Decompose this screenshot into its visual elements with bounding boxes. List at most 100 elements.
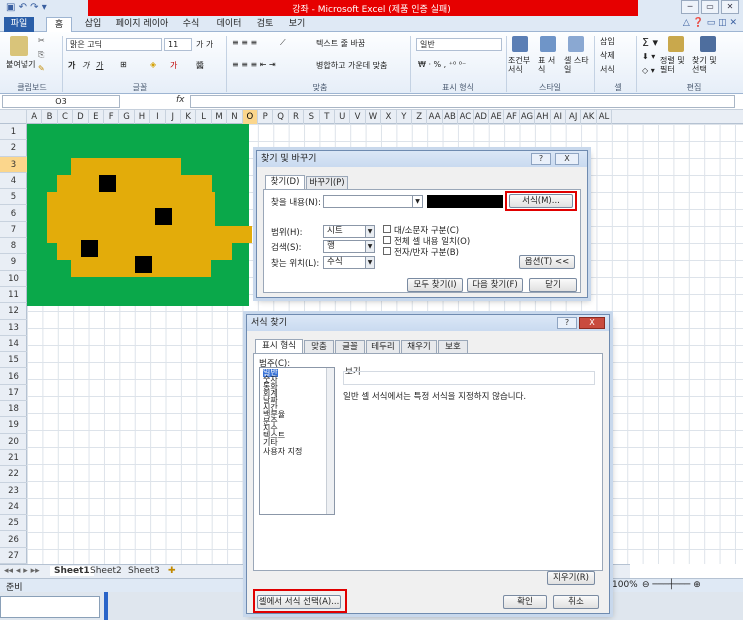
row-header[interactable]: 26 xyxy=(0,532,27,548)
tab-number[interactable]: 표시 형식 xyxy=(255,339,303,353)
format-dialog-close-button[interactable]: X xyxy=(579,317,605,329)
cell-style-icon[interactable] xyxy=(568,36,584,52)
row-header[interactable]: 12 xyxy=(0,303,27,320)
row-header[interactable]: 10 xyxy=(0,271,27,287)
category-item[interactable]: 기타 xyxy=(263,439,278,447)
row-header[interactable]: 16 xyxy=(0,369,27,385)
column-header[interactable]: AB xyxy=(443,110,459,124)
column-header[interactable]: AH xyxy=(535,110,551,124)
copy-icon[interactable]: ⎘ xyxy=(38,50,44,60)
new-sheet-icon[interactable]: ✚ xyxy=(168,566,176,576)
tab-border[interactable]: 테두리 xyxy=(366,340,400,353)
currency-icon[interactable]: ₩ · % , ⁺⁰ ⁰⁻ xyxy=(418,60,466,69)
column-header[interactable]: P xyxy=(258,110,274,124)
underline-icon[interactable]: 가 xyxy=(96,60,103,71)
row-header[interactable]: 11 xyxy=(0,287,27,304)
row-header[interactable]: 20 xyxy=(0,434,27,450)
row-header[interactable]: 23 xyxy=(0,483,27,499)
table-format-label[interactable]: 표 서식 xyxy=(538,56,558,74)
align-top-icon[interactable]: ≡ ≡ ≡ xyxy=(232,38,257,47)
clear-format-button[interactable]: 지우기(R) xyxy=(547,571,595,585)
column-header[interactable]: C xyxy=(58,110,74,124)
merge-center-button[interactable]: 병합하고 가운데 맞춤 xyxy=(316,60,387,71)
column-header[interactable]: AJ xyxy=(566,110,582,124)
tab-protection[interactable]: 보호 xyxy=(438,340,468,353)
row-header[interactable]: 8 xyxy=(0,238,27,255)
column-header[interactable]: Q xyxy=(273,110,289,124)
column-header[interactable]: AL xyxy=(597,110,613,124)
zoom-level[interactable]: 100% xyxy=(612,580,638,590)
name-box[interactable]: O3 xyxy=(2,95,120,108)
column-header[interactable]: AA xyxy=(427,110,443,124)
sheet-tab-2[interactable]: Sheet2 xyxy=(90,566,122,576)
zoom-slider[interactable]: ⊖ ───┼─── ⊕ xyxy=(642,580,701,590)
cancel-button[interactable]: 취소 xyxy=(553,595,599,609)
tab-formulas[interactable]: 수식 xyxy=(178,17,204,32)
column-header[interactable]: B xyxy=(42,110,58,124)
row-header[interactable]: 25 xyxy=(0,515,27,532)
font-size-select[interactable]: 11 xyxy=(164,38,192,51)
maximize-button[interactable]: ▭ xyxy=(701,0,719,14)
delete-cells-button[interactable]: 삭제 xyxy=(600,50,615,61)
column-header[interactable]: R xyxy=(289,110,305,124)
match-case-checkbox[interactable] xyxy=(383,225,391,233)
row-header[interactable]: 27 xyxy=(0,548,27,565)
font-name-select[interactable]: 맑은 고딕 xyxy=(66,38,162,51)
format-painter-icon[interactable]: ✎ xyxy=(38,64,45,73)
sheet-nav-icon[interactable]: ◂◂ ◂ ▸ ▸▸ xyxy=(4,566,40,576)
find-dialog-help-button[interactable]: ? xyxy=(531,153,551,165)
row-header[interactable]: 13 xyxy=(0,320,27,336)
tab-file[interactable]: 파일 xyxy=(4,17,34,32)
tab-find[interactable]: 찾기(D) xyxy=(265,175,305,189)
conditional-format-icon[interactable] xyxy=(512,36,528,52)
row-header[interactable]: 6 xyxy=(0,206,27,222)
phonetic-icon[interactable]: 醬 xyxy=(196,60,204,71)
find-what-input[interactable] xyxy=(323,195,423,208)
tab-insert[interactable]: 삽입 xyxy=(80,17,106,32)
bold-icon[interactable]: 가 xyxy=(68,60,75,71)
close-button[interactable]: 닫기 xyxy=(529,278,577,292)
font-grow-icon[interactable]: 가 가 xyxy=(196,39,213,50)
border-icon[interactable]: ⊞ xyxy=(120,60,127,69)
category-scrollbar[interactable] xyxy=(326,368,334,514)
column-header[interactable]: AI xyxy=(551,110,566,124)
column-header[interactable]: AD xyxy=(474,110,489,124)
find-next-button[interactable]: 다음 찾기(F) xyxy=(467,278,523,292)
fill-icon[interactable]: ⬇ ▾ xyxy=(642,52,655,61)
italic-icon[interactable]: 가 xyxy=(82,60,89,71)
category-item[interactable]: 사용자 지정 xyxy=(263,448,302,456)
row-header[interactable]: 24 xyxy=(0,499,27,516)
column-header[interactable]: AF xyxy=(504,110,520,124)
tab-replace[interactable]: 바꾸기(P) xyxy=(306,176,348,189)
column-header[interactable]: K xyxy=(181,110,197,124)
column-header[interactable]: Z xyxy=(412,110,428,124)
column-header[interactable]: E xyxy=(89,110,104,124)
column-header[interactable]: W xyxy=(366,110,382,124)
column-header[interactable]: G xyxy=(119,110,135,124)
row-header[interactable]: 19 xyxy=(0,417,27,434)
find-select-label[interactable]: 찾기 및 선택 xyxy=(692,56,722,74)
tab-home[interactable]: 홈 xyxy=(46,17,72,32)
tab-fill[interactable]: 채우기 xyxy=(401,340,437,353)
tab-view[interactable]: 보기 xyxy=(284,17,310,32)
row-header[interactable]: 3 xyxy=(0,156,27,173)
sort-filter-label[interactable]: 정렬 및 필터 xyxy=(660,56,690,74)
sheet-tab-1[interactable]: Sheet1 xyxy=(50,566,94,576)
column-header[interactable]: AK xyxy=(581,110,597,124)
row-header[interactable]: 14 xyxy=(0,336,27,353)
column-header[interactable]: X xyxy=(381,110,397,124)
find-all-button[interactable]: 모두 찾기(I) xyxy=(407,278,463,292)
sort-filter-icon[interactable] xyxy=(668,36,684,52)
column-header[interactable]: D xyxy=(73,110,89,124)
column-header[interactable]: S xyxy=(304,110,320,124)
number-format-select[interactable]: 일반 xyxy=(416,38,502,51)
find-dialog-close-button[interactable]: X xyxy=(555,153,579,165)
fill-color-icon[interactable]: ◈ xyxy=(150,60,156,69)
orientation-icon[interactable]: ⟋ xyxy=(280,38,286,48)
row-header[interactable]: 17 xyxy=(0,385,27,402)
match-byte-checkbox[interactable] xyxy=(383,247,391,255)
column-header[interactable]: U xyxy=(335,110,351,124)
column-header[interactable]: I xyxy=(150,110,166,124)
find-history-dropdown[interactable]: ▼ xyxy=(412,195,423,208)
look-in-select[interactable]: 수식 ▼ xyxy=(323,256,375,269)
